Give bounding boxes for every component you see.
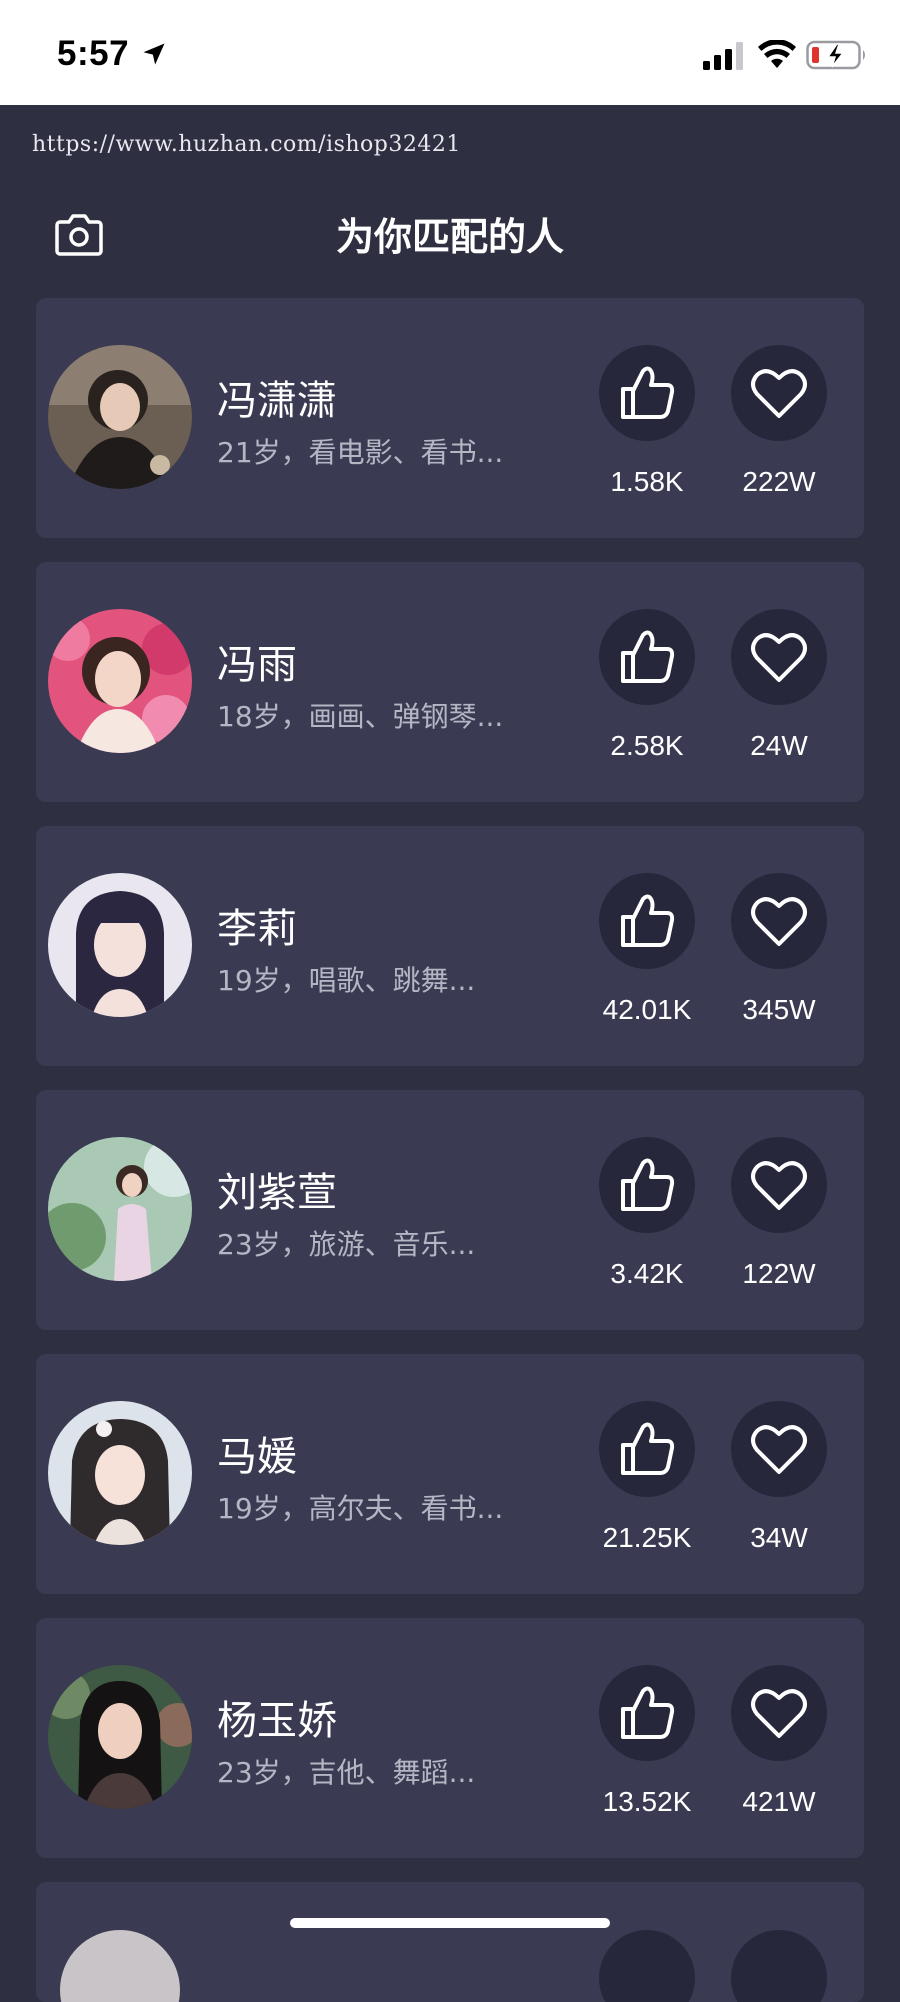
- match-card[interactable]: 刘紫萱 23岁，旅游、音乐... 3.42K 122W: [36, 1090, 864, 1330]
- location-arrow-icon: [143, 43, 165, 65]
- avatar[interactable]: [48, 1401, 192, 1545]
- battery-charging-icon: [806, 40, 865, 70]
- favorite-button[interactable]: [731, 1665, 827, 1761]
- wifi-icon: [758, 40, 796, 68]
- match-card[interactable]: 杨玉娇 23岁，吉他、舞蹈... 13.52K 421W: [36, 1618, 864, 1858]
- status-time: 5:57: [57, 34, 130, 73]
- favorite-count: 345W: [742, 994, 816, 1025]
- person-description: 23岁，吉他、舞蹈...: [217, 1756, 476, 1789]
- avatar[interactable]: [48, 345, 192, 489]
- favorite-button[interactable]: [731, 1930, 827, 2002]
- person-description: 19岁，高尔夫、看书...: [217, 1492, 504, 1525]
- like-button[interactable]: [599, 873, 695, 969]
- status-bar: 5:57: [0, 0, 900, 105]
- avatar[interactable]: [48, 1137, 192, 1281]
- person-name: 冯雨: [217, 642, 297, 688]
- heart-icon: [751, 369, 807, 418]
- favorite-button[interactable]: [731, 1137, 827, 1233]
- favorite-button[interactable]: [731, 873, 827, 969]
- match-card[interactable]: 李莉 19岁，唱歌、跳舞... 42.01K 345W: [36, 826, 864, 1066]
- person-name: 李莉: [217, 906, 297, 952]
- heart-icon: [751, 1161, 807, 1210]
- match-card-partial[interactable]: [36, 1882, 864, 2002]
- favorite-button[interactable]: [731, 1401, 827, 1497]
- person-description: 21岁，看电影、看书...: [217, 436, 504, 469]
- like-button[interactable]: [599, 609, 695, 705]
- favorite-count: 222W: [742, 466, 816, 497]
- match-card[interactable]: 马媛 19岁，高尔夫、看书... 21.25K 34W: [36, 1354, 864, 1594]
- thumbs-up-icon: [621, 366, 675, 419]
- home-indicator[interactable]: [290, 1918, 610, 1928]
- like-button[interactable]: [599, 345, 695, 441]
- like-button[interactable]: [599, 1665, 695, 1761]
- like-count: 21.25K: [602, 1522, 692, 1553]
- cellular-signal-icon: [703, 42, 743, 70]
- thumbs-up-icon: [621, 1158, 675, 1211]
- like-count: 3.42K: [610, 1258, 684, 1289]
- favorite-count: 24W: [750, 730, 808, 761]
- person-description: 18岁，画画、弹钢琴...: [217, 700, 504, 733]
- favorite-count: 34W: [750, 1522, 808, 1553]
- avatar[interactable]: [48, 1665, 192, 1809]
- heart-icon: [751, 633, 807, 682]
- like-count: 1.58K: [610, 466, 684, 497]
- like-count: 13.52K: [602, 1786, 692, 1817]
- person-name: 马媛: [217, 1434, 297, 1480]
- thumbs-up-icon: [621, 1422, 675, 1475]
- like-button[interactable]: [599, 1930, 695, 2002]
- avatar[interactable]: [60, 1930, 180, 2002]
- favorite-button[interactable]: [731, 609, 827, 705]
- match-card[interactable]: 冯雨 18岁，画画、弹钢琴... 2.58K 24W: [36, 562, 864, 802]
- heart-icon: [751, 897, 807, 946]
- avatar[interactable]: [48, 873, 192, 1017]
- match-list: 冯潇潇 21岁，看电影、看书... 1.58K 222W 冯雨 18岁，画画、弹…: [36, 298, 864, 1882]
- like-count: 2.58K: [610, 730, 684, 761]
- thumbs-up-icon: [621, 1686, 675, 1739]
- favorite-count: 122W: [742, 1258, 816, 1289]
- person-name: 冯潇潇: [217, 378, 337, 424]
- person-description: 19岁，唱歌、跳舞...: [217, 964, 476, 997]
- person-description: 23岁，旅游、音乐...: [217, 1228, 476, 1261]
- match-card[interactable]: 冯潇潇 21岁，看电影、看书... 1.58K 222W: [36, 298, 864, 538]
- thumbs-up-icon: [621, 630, 675, 683]
- favorite-count: 421W: [742, 1786, 816, 1817]
- person-name: 杨玉娇: [217, 1698, 337, 1744]
- like-count: 42.01K: [602, 994, 692, 1025]
- page-title: 为你匹配的人: [335, 215, 564, 259]
- like-button[interactable]: [599, 1401, 695, 1497]
- thumbs-up-icon: [621, 894, 675, 947]
- avatar[interactable]: [48, 609, 192, 753]
- url-watermark: https://www.huzhan.com/ishop32421: [32, 132, 461, 157]
- like-button[interactable]: [599, 1137, 695, 1233]
- heart-icon: [751, 1425, 807, 1474]
- heart-icon: [751, 1689, 807, 1738]
- person-name: 刘紫萱: [217, 1170, 337, 1216]
- favorite-button[interactable]: [731, 345, 827, 441]
